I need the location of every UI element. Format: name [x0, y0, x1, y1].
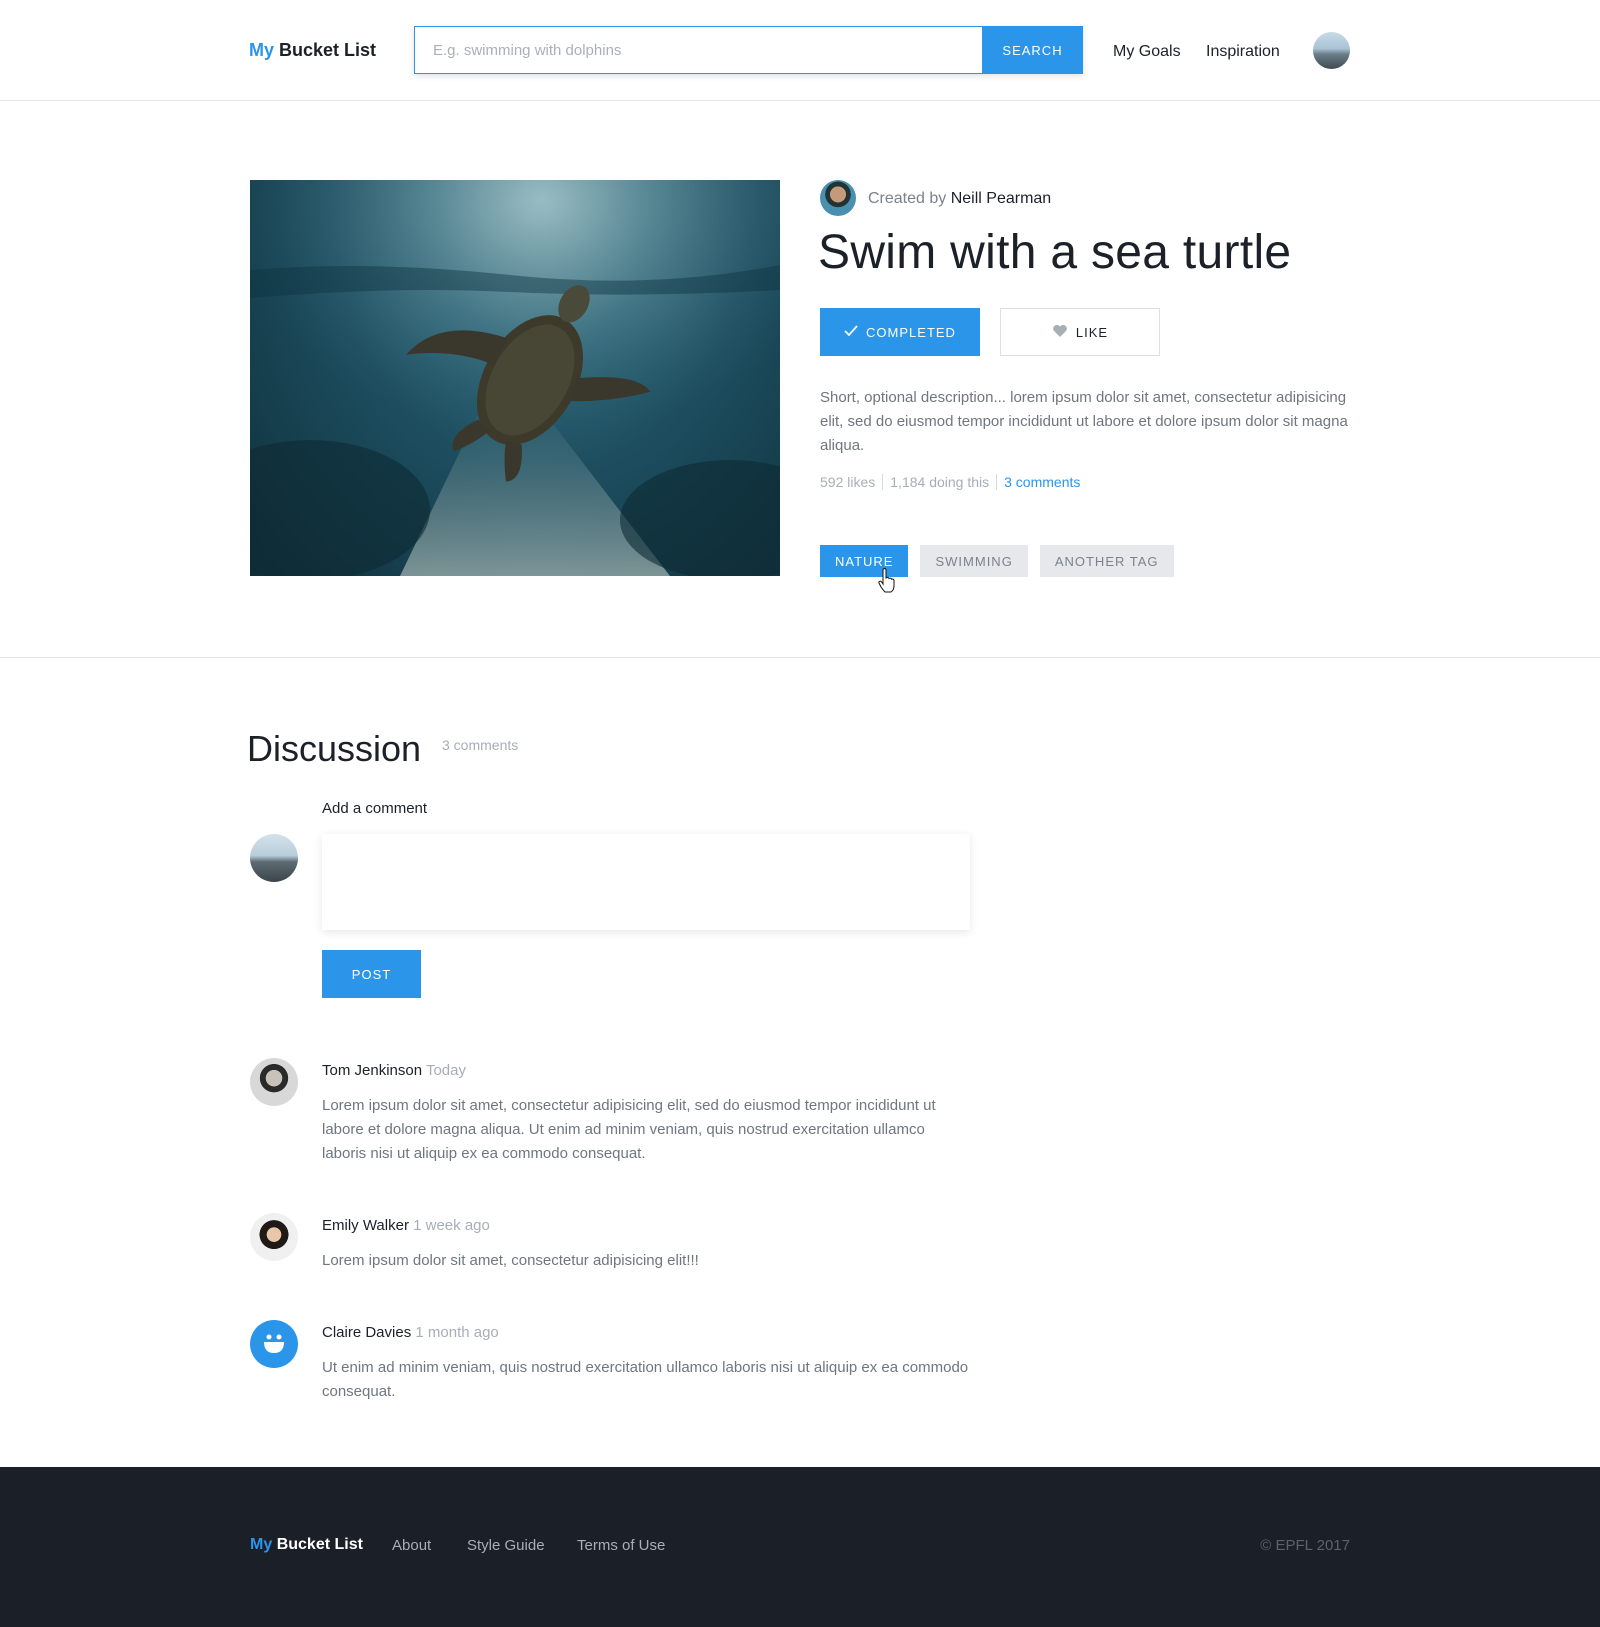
comment-meta: Claire Davies 1 month ago [322, 1324, 499, 1341]
goal-title: Swim with a sea turtle [818, 226, 1292, 279]
search-button[interactable]: SEARCH [982, 26, 1083, 74]
nav-inspiration[interactable]: Inspiration [1206, 43, 1280, 61]
site-header: My Bucket List SEARCH My Goals Inspirati… [0, 0, 1600, 101]
search-bar: SEARCH [414, 26, 1083, 74]
comment-meta: Emily Walker 1 week ago [322, 1217, 490, 1234]
stats-separator [882, 474, 884, 490]
commenter-avatar[interactable] [250, 1213, 298, 1261]
tag-list: NATURE SWIMMING ANOTHER TAG [820, 545, 1174, 577]
stats-separator [996, 474, 998, 490]
comment-text: Ut enim ad minim veniam, quis nostrud ex… [322, 1359, 969, 1400]
commenter-avatar[interactable] [250, 1058, 298, 1106]
goal-description: Short, optional description... lorem ips… [820, 389, 1348, 454]
comment-time: Today [425, 1062, 466, 1079]
comment-input[interactable] [322, 834, 970, 930]
like-label: LIKE [1075, 324, 1109, 340]
user-avatar[interactable] [1313, 32, 1350, 69]
creator-avatar[interactable] [820, 180, 856, 216]
heart-icon [1052, 324, 1068, 341]
footer-logo-rest: Bucket List [276, 1536, 363, 1553]
footer-logo[interactable]: My Bucket List [250, 1536, 363, 1554]
completed-label: COMPLETED [866, 324, 956, 340]
completed-button[interactable]: COMPLETED [820, 308, 980, 356]
search-input[interactable] [414, 26, 982, 74]
goal-image [250, 180, 780, 576]
comment-text: Lorem ipsum dolor sit amet, consectetur … [322, 1252, 699, 1269]
check-icon [844, 324, 858, 340]
nav-my-goals[interactable]: My Goals [1113, 43, 1181, 61]
tag-swimming[interactable]: SWIMMING [920, 545, 1028, 577]
created-by: Created by Neill Pearman [868, 190, 1051, 208]
creator-name[interactable]: Neill Pearman [951, 190, 1051, 207]
comment-meta: Tom Jenkinson Today [322, 1062, 466, 1079]
created-by-prefix: Created by [868, 190, 947, 207]
goal-stats: 592 likes 1,184 doing this 3 comments [820, 474, 1080, 490]
footer-link-terms[interactable]: Terms of Use [577, 1537, 665, 1554]
comment-text: Lorem ipsum dolor sit amet, consectetur … [322, 1097, 936, 1162]
logo-rest: Bucket List [279, 40, 377, 60]
discussion-title: Discussion [247, 728, 422, 769]
commenter-avatar[interactable] [250, 1320, 298, 1368]
like-button[interactable]: LIKE [1000, 308, 1160, 356]
likes-count: 592 likes [820, 474, 876, 490]
doing-count: 1,184 doing this [890, 474, 990, 490]
tag-another[interactable]: ANOTHER TAG [1039, 545, 1174, 577]
hand-cursor-icon [878, 567, 896, 594]
comment-author[interactable]: Claire Davies [322, 1324, 411, 1341]
comment-time: 1 week ago [413, 1217, 490, 1234]
current-user-avatar [250, 834, 298, 882]
comments-link[interactable]: 3 comments [1004, 474, 1080, 490]
comment-author[interactable]: Tom Jenkinson [322, 1062, 422, 1079]
copyright: © EPFL 2017 [1260, 1537, 1350, 1554]
site-footer: My Bucket List About Style Guide Terms o… [0, 1467, 1600, 1627]
comment-author[interactable]: Emily Walker [322, 1217, 409, 1234]
add-comment-label: Add a comment [322, 800, 428, 817]
footer-link-style-guide[interactable]: Style Guide [467, 1537, 545, 1554]
logo-my: My [249, 40, 275, 60]
discussion-count: 3 comments [442, 737, 519, 753]
comment-time: 1 month ago [415, 1324, 499, 1341]
smiley-icon [260, 1328, 288, 1361]
post-button[interactable]: POST [322, 950, 421, 998]
site-logo[interactable]: My Bucket List [249, 40, 376, 61]
footer-link-about[interactable]: About [392, 1537, 431, 1554]
footer-logo-my: My [250, 1536, 273, 1553]
section-divider [0, 657, 1600, 658]
